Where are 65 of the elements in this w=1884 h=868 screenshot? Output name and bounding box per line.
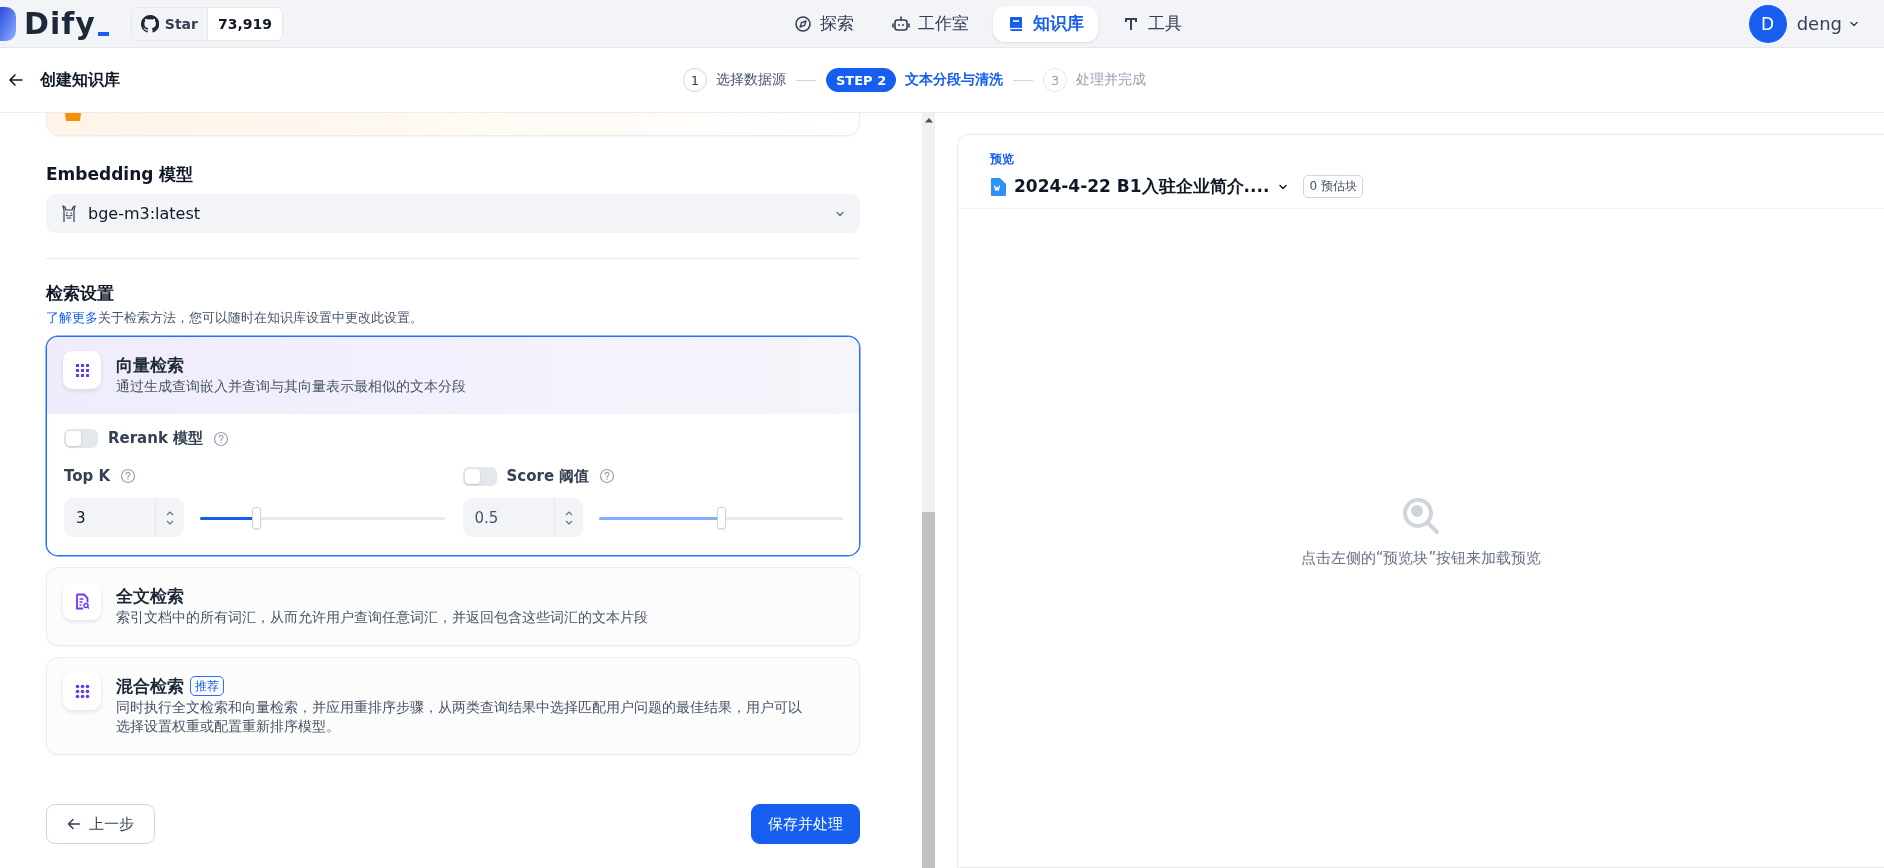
save-process-button[interactable]: 保存并处理 <box>751 804 860 844</box>
robot-icon <box>892 14 910 33</box>
method-title: 混合检索 <box>116 675 184 698</box>
scrollbar-thumb[interactable] <box>922 512 935 868</box>
grid-icon <box>73 361 91 379</box>
recommended-badge: 推荐 <box>190 676 224 696</box>
chunk-count-badge: 0 预估块 <box>1303 175 1363 198</box>
method-description: 通过生成查询嵌入并查询与其向量表示最相似的文本分段 <box>116 377 466 396</box>
preview-label: 预览 <box>990 151 1015 168</box>
slider-track[interactable] <box>598 506 843 529</box>
book-icon <box>1007 14 1025 33</box>
document-search-icon <box>73 592 91 610</box>
step-indicator: 1 选择数据源 <box>683 68 786 92</box>
method-title: 向量检索 <box>116 354 184 377</box>
nav-tab[interactable]: 知识库 <box>993 5 1098 42</box>
model-select[interactable]: bge-m3:latest <box>46 194 860 233</box>
slider-thumb[interactable] <box>252 506 262 529</box>
logo-text: Dify <box>24 6 96 41</box>
help-icon <box>213 430 230 447</box>
logo-underscore <box>97 31 109 36</box>
nav-tab[interactable]: 工作室 <box>878 5 983 42</box>
step-indicator: STEP 2 文本分段与清洗 <box>826 68 1004 92</box>
spin-down-icon <box>563 518 574 527</box>
method-description: 同时执行全文检索和向量检索，并应用重排序步骤，从两类查询结果中选择匹配用户问题的最佳结果，用户可以选择设置权重或配置重新排序模型。 <box>116 698 803 736</box>
number-input[interactable]: 3 <box>64 498 184 537</box>
retrieval-method-card[interactable]: 全文检索 索引文档中的所有词汇，从而允许用户查询任意词汇，并返回包含这些词汇的文本片段 <box>46 567 860 646</box>
back-button[interactable]: 上一步 <box>46 804 155 844</box>
slider-thumb[interactable] <box>716 506 726 529</box>
method-title: 全文检索 <box>116 585 184 608</box>
number-input[interactable]: 0.5 <box>462 498 583 537</box>
github-star-button[interactable]: Star 73,919 <box>130 6 283 41</box>
file-select[interactable]: 2024-4-22 B1入驻企业简介.... <box>990 175 1290 198</box>
spin-down-icon <box>165 518 175 527</box>
slider-track[interactable] <box>200 506 445 529</box>
back-arrow-icon <box>8 72 24 88</box>
field-label: Top K <box>64 467 111 485</box>
page-title: 创建知识库 <box>40 69 120 91</box>
toggle-switch[interactable] <box>462 466 497 486</box>
github-icon <box>140 14 159 33</box>
user-menu[interactable]: deng <box>1796 13 1860 34</box>
word-file-icon <box>990 177 1006 196</box>
section-description: 了解更多关于检索方法，您可以随时在知识库设置中更改此设置。 <box>46 309 424 327</box>
step-indicator: 3 处理并完成 <box>1043 68 1147 92</box>
compass-icon <box>794 14 812 33</box>
warning-icon <box>65 113 81 121</box>
toggle-switch[interactable] <box>64 429 98 448</box>
empty-state-text: 点击左侧的“预览块”按钮来加载预览 <box>1300 549 1542 568</box>
section-title: 检索设置 <box>46 282 115 305</box>
logo-icon <box>0 6 16 41</box>
dots-grid-icon <box>73 682 91 700</box>
section-title: Embedding 模型 <box>46 163 195 186</box>
search-icon <box>1400 495 1442 537</box>
nav-tab[interactable]: 探索 <box>780 5 868 42</box>
arrow-left-icon <box>67 817 81 831</box>
retrieval-method-card[interactable]: 向量检索 通过生成查询嵌入并查询与其向量表示最相似的文本分段 Rerank 模型 Top K 3 Score 阈值 0.5 <box>46 336 860 556</box>
field-label: Score 阈值 <box>506 466 590 486</box>
help-icon <box>120 468 137 484</box>
method-description: 索引文档中的所有词汇，从而允许用户查询任意词汇，并返回包含这些词汇的文本片段 <box>116 608 648 627</box>
help-icon <box>599 468 616 484</box>
user-avatar[interactable]: D <box>1748 4 1787 43</box>
field-label: Rerank 模型 <box>108 429 204 448</box>
learn-more-link[interactable]: 了解更多 <box>46 310 98 325</box>
nav-tab[interactable]: 工具 <box>1108 5 1196 42</box>
retrieval-method-card[interactable]: 混合检索 推荐 同时执行全文检索和向量检索，并应用重排序步骤，从两类查询结果中选择匹配用户问题的最佳结果，用户可以选择设置权重或配置重新排序模型。 <box>46 657 860 755</box>
scroll-up-icon <box>924 117 933 123</box>
